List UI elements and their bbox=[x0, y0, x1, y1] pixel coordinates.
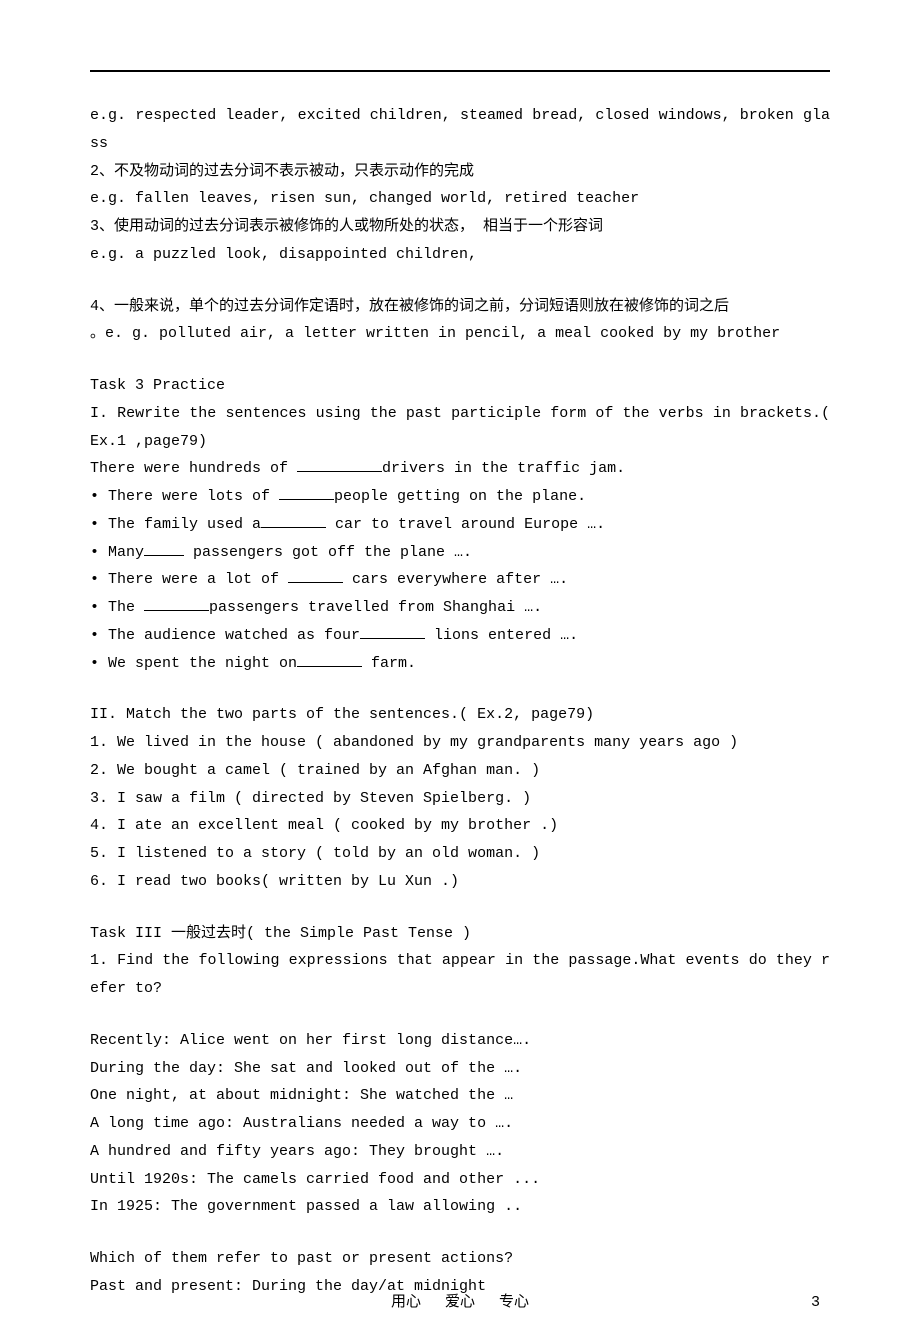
followup-question: Which of them refer to past or present a… bbox=[90, 1245, 830, 1273]
page-footer: 用心爱心专心 3 bbox=[0, 1290, 920, 1311]
page-number: 3 bbox=[811, 1294, 820, 1311]
text-fragment: passengers travelled from Shanghai …. bbox=[209, 599, 542, 616]
example-line: 。e. g. polluted air, a letter written in… bbox=[90, 320, 830, 348]
rule-4: 4、一般来说，单个的过去分词作定语时，放在被修饰的词之前，分词短语则放在被修饰的… bbox=[90, 293, 830, 321]
exercise-2-item: 6. I read two books( written by Lu Xun .… bbox=[90, 868, 830, 896]
footer-motto: 用心爱心专心 bbox=[391, 1290, 529, 1311]
text-fragment: • The audience watched as four bbox=[90, 627, 360, 644]
document-body: e.g. respected leader, excited children,… bbox=[90, 102, 830, 1301]
reference-item: A long time ago: Australians needed a wa… bbox=[90, 1110, 830, 1138]
text-fragment: people getting on the plane. bbox=[334, 488, 586, 505]
reference-item: A hundred and fifty years ago: They brou… bbox=[90, 1138, 830, 1166]
exercise-2-instructions: II. Match the two parts of the sentences… bbox=[90, 701, 830, 729]
fill-blank[interactable] bbox=[297, 457, 382, 472]
text-fragment: There were hundreds of bbox=[90, 460, 297, 477]
exercise-2-item: 3. I saw a film ( directed by Steven Spi… bbox=[90, 785, 830, 813]
exercise-1-item: • Many passengers got off the plane …. bbox=[90, 539, 830, 567]
blank-line bbox=[90, 896, 830, 920]
exercise-1-item: • We spent the night on farm. bbox=[90, 650, 830, 678]
exercise-2-item: 2. We bought a camel ( trained by an Afg… bbox=[90, 757, 830, 785]
fill-blank[interactable] bbox=[261, 513, 326, 528]
fill-blank[interactable] bbox=[360, 624, 425, 639]
text-fragment: • Many bbox=[90, 544, 144, 561]
text-fragment: lions entered …. bbox=[425, 627, 578, 644]
exercise-1-item: • There were a lot of cars everywhere af… bbox=[90, 566, 830, 594]
task-3-question: 1. Find the following expressions that a… bbox=[90, 947, 830, 1003]
task-3-heading-2: Task III 一般过去时( the Simple Past Tense ) bbox=[90, 920, 830, 948]
text-fragment: • There were lots of bbox=[90, 488, 279, 505]
exercise-1-item: • There were lots of people getting on t… bbox=[90, 483, 830, 511]
fill-blank[interactable] bbox=[144, 596, 209, 611]
exercise-1-item: • The family used a car to travel around… bbox=[90, 511, 830, 539]
blank-line bbox=[90, 677, 830, 701]
exercise-2-item: 4. I ate an excellent meal ( cooked by m… bbox=[90, 812, 830, 840]
blank-line bbox=[90, 1221, 830, 1245]
reference-item: Recently: Alice went on her first long d… bbox=[90, 1027, 830, 1055]
example-line: e.g. fallen leaves, risen sun, changed w… bbox=[90, 185, 830, 213]
blank-line bbox=[90, 348, 830, 372]
text-fragment: • There were a lot of bbox=[90, 571, 288, 588]
fill-blank[interactable] bbox=[144, 541, 184, 556]
fill-blank[interactable] bbox=[279, 485, 334, 500]
text-fragment: drivers in the traffic jam. bbox=[382, 460, 625, 477]
rule-3: 3、使用动词的过去分词表示被修饰的人或物所处的状态， 相当于一个形容词 bbox=[90, 213, 830, 241]
exercise-2-item: 5. I listened to a story ( told by an ol… bbox=[90, 840, 830, 868]
blank-line bbox=[90, 1003, 830, 1027]
example-line: e.g. respected leader, excited children,… bbox=[90, 102, 830, 158]
text-fragment: cars everywhere after …. bbox=[343, 571, 568, 588]
exercise-1-item: There were hundreds of drivers in the tr… bbox=[90, 455, 830, 483]
text-fragment: farm. bbox=[362, 655, 416, 672]
blank-line bbox=[90, 269, 830, 293]
page-top-rule bbox=[90, 70, 830, 72]
text-fragment: • The bbox=[90, 599, 144, 616]
exercise-1-item: • The passengers travelled from Shanghai… bbox=[90, 594, 830, 622]
document-page: e.g. respected leader, excited children,… bbox=[0, 0, 920, 1341]
text-fragment: car to travel around Europe …. bbox=[326, 516, 605, 533]
task-3-heading: Task 3 Practice bbox=[90, 372, 830, 400]
text-fragment: • We spent the night on bbox=[90, 655, 297, 672]
text-fragment: passengers got off the plane …. bbox=[184, 544, 472, 561]
reference-item: During the day: She sat and looked out o… bbox=[90, 1055, 830, 1083]
fill-blank[interactable] bbox=[297, 652, 362, 667]
fill-blank[interactable] bbox=[288, 568, 343, 583]
exercise-1-item: • The audience watched as four lions ent… bbox=[90, 622, 830, 650]
rule-2: 2、不及物动词的过去分词不表示被动，只表示动作的完成 bbox=[90, 158, 830, 186]
text-fragment: • The family used a bbox=[90, 516, 261, 533]
example-line: e.g. a puzzled look, disappointed childr… bbox=[90, 241, 830, 269]
exercise-2-item: 1. We lived in the house ( abandoned by … bbox=[90, 729, 830, 757]
reference-item: In 1925: The government passed a law all… bbox=[90, 1193, 830, 1221]
reference-item: One night, at about midnight: She watche… bbox=[90, 1082, 830, 1110]
exercise-1-instructions: I. Rewrite the sentences using the past … bbox=[90, 400, 830, 456]
reference-item: Until 1920s: The camels carried food and… bbox=[90, 1166, 830, 1194]
